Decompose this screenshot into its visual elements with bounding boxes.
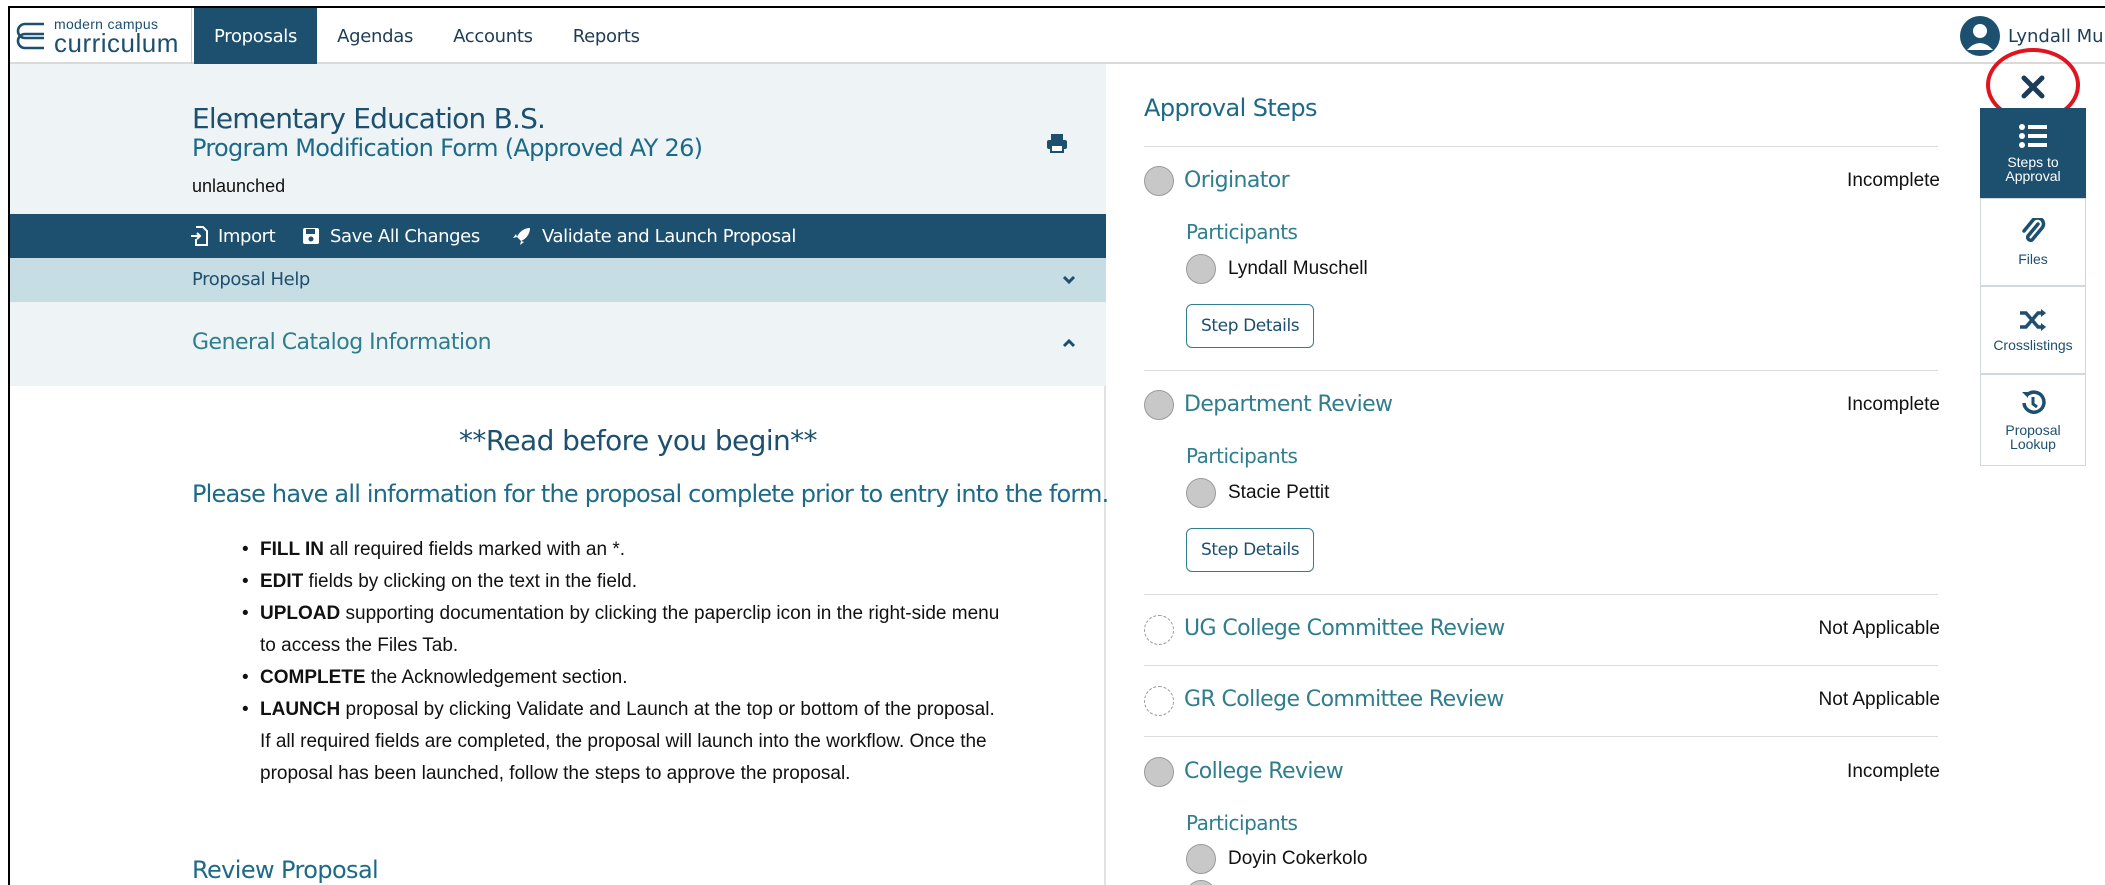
side-menu: Steps to Approval Files Crosslistings Pr… — [1980, 108, 2086, 466]
side-item-files[interactable]: Files — [1980, 198, 2086, 286]
chevron-up-icon — [1062, 336, 1076, 350]
catalog-section-label: General Catalog Information — [192, 330, 492, 355]
step-gr-college-committee[interactable]: GR College Committee Review — [1184, 687, 1504, 712]
participant-name: Stacie Pettit — [1228, 482, 1330, 503]
participant-avatar — [1186, 254, 1216, 284]
side-item-label: Files — [2018, 251, 2048, 267]
tab-reports[interactable]: Reports — [553, 8, 660, 64]
proposal-help-toggle[interactable]: Proposal Help — [10, 258, 1106, 302]
tab-accounts[interactable]: Accounts — [433, 8, 553, 64]
divider — [1144, 146, 1938, 147]
list-item: LAUNCH proposal by clicking Validate and… — [242, 694, 1002, 790]
participants-label: Participants — [1186, 220, 1298, 244]
divider — [1144, 665, 1938, 666]
step-originator[interactable]: Originator — [1184, 168, 1290, 193]
step-status-circle — [1144, 757, 1174, 787]
step-details-button[interactable]: Step Details — [1186, 304, 1315, 348]
side-item-label: Proposal Lookup — [2005, 422, 2061, 452]
step-status: Incomplete — [1847, 761, 1940, 782]
read-before-heading: **Read before you begin** — [459, 424, 818, 457]
program-title: Elementary Education B.S. — [192, 102, 546, 135]
step-college-review[interactable]: College Review — [1184, 759, 1344, 784]
side-item-label: Steps to Approval — [2005, 154, 2061, 184]
proposal-help-label: Proposal Help — [192, 269, 310, 290]
import-button[interactable]: Import — [190, 214, 276, 258]
participants-label: Participants — [1186, 444, 1298, 468]
tab-agendas[interactable]: Agendas — [317, 8, 433, 64]
save-all-label: Save All Changes — [330, 225, 480, 247]
print-icon[interactable] — [1046, 132, 1068, 154]
instruction-list: FILL IN all required fields marked with … — [242, 534, 1002, 790]
list-item: UPLOAD supporting documentation by click… — [242, 598, 1002, 662]
app-window: modern campus curriculum Proposals Agend… — [8, 6, 2105, 885]
divider — [1144, 736, 1938, 737]
step-ug-college-committee[interactable]: UG College Committee Review — [1184, 616, 1505, 641]
import-icon — [191, 226, 208, 246]
save-icon — [303, 228, 319, 244]
history-icon — [2022, 390, 2046, 414]
side-item-steps-to-approval[interactable]: Steps to Approval — [1980, 108, 2086, 198]
list-item: EDIT fields by clicking on the text in t… — [242, 566, 1002, 598]
list-item: FILL IN all required fields marked with … — [242, 534, 1002, 566]
participant-name: Lyndall Muschell — [1228, 258, 1368, 279]
proposal-header: Elementary Education B.S. Program Modifi… — [10, 64, 1106, 214]
step-department-review[interactable]: Department Review — [1184, 392, 1393, 417]
save-all-button[interactable]: Save All Changes — [302, 214, 480, 258]
approval-steps-title: Approval Steps — [1144, 94, 1317, 122]
participants-label: Participants — [1186, 811, 1298, 835]
proposal-form-panel: Elementary Education B.S. Program Modifi… — [10, 64, 1109, 885]
please-note: Please have all information for the prop… — [192, 480, 1109, 508]
top-nav: modern campus curriculum Proposals Agend… — [10, 8, 2105, 64]
tab-proposals[interactable]: Proposals — [194, 8, 318, 64]
shuffle-icon — [2020, 309, 2046, 331]
logo[interactable]: modern campus curriculum — [10, 8, 192, 64]
action-bar: Import Save All Changes Validate and Lau… — [10, 214, 1106, 258]
participant-avatar — [1186, 844, 1216, 874]
step-status: Not Applicable — [1818, 618, 1940, 639]
participant-name: Doyin Cokerkolo — [1228, 848, 1368, 869]
step-status: Incomplete — [1847, 170, 1940, 191]
step-status-circle — [1144, 390, 1174, 420]
proposal-status: unlaunched — [192, 176, 286, 196]
list-icon — [2019, 124, 2047, 148]
side-item-label: Crosslistings — [1993, 337, 2073, 353]
list-item: COMPLETE the Acknowledgement section. — [242, 662, 1002, 694]
paperclip-icon — [2022, 218, 2046, 243]
catalog-section-toggle[interactable]: General Catalog Information — [10, 302, 1106, 386]
validate-launch-label: Validate and Launch Proposal — [542, 225, 796, 247]
side-item-proposal-lookup[interactable]: Proposal Lookup — [1980, 374, 2086, 466]
divider — [1144, 370, 1938, 371]
approval-steps-panel: Approval Steps Originator Incomplete Par… — [1108, 64, 1988, 885]
participant-avatar — [1186, 880, 1216, 885]
divider — [1144, 594, 1938, 595]
step-details-button[interactable]: Step Details — [1186, 528, 1315, 572]
side-item-crosslistings[interactable]: Crosslistings — [1980, 286, 2086, 374]
step-status-circle — [1144, 686, 1174, 716]
rocket-icon — [513, 228, 530, 245]
participant-avatar — [1186, 478, 1216, 508]
step-status: Not Applicable — [1818, 689, 1940, 710]
form-name: Program Modification Form (Approved AY 2… — [192, 134, 703, 162]
step-status-circle — [1144, 166, 1174, 196]
avatar — [1960, 16, 2000, 56]
logo-bottom-text: curriculum — [54, 27, 179, 58]
step-status-circle — [1144, 615, 1174, 645]
step-status: Incomplete — [1847, 394, 1940, 415]
review-proposal-heading: Review Proposal — [192, 856, 379, 884]
import-label: Import — [218, 225, 276, 247]
user-name: Lyndall Mu — [2008, 25, 2104, 47]
logo-icon — [16, 21, 48, 51]
validate-launch-button[interactable]: Validate and Launch Proposal — [512, 214, 796, 258]
chevron-down-icon — [1062, 273, 1076, 287]
